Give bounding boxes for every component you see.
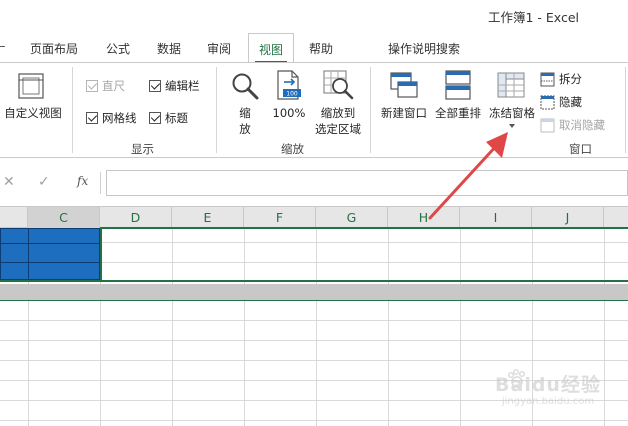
- group-separator: [625, 67, 626, 153]
- insert-function-icon[interactable]: fx: [77, 174, 88, 188]
- zoom-100-label: 100%: [272, 106, 306, 120]
- custom-views-button[interactable]: 自定义视图: [0, 63, 68, 153]
- ribbon-view: 自定义视图 直尺 编辑栏 网格线 标题 显示 缩 放 100 100% 缩放到 …: [0, 62, 628, 158]
- selected-cell[interactable]: [28, 228, 100, 244]
- gridline: [0, 420, 628, 421]
- column-header-c[interactable]: C: [28, 207, 100, 228]
- selected-cell[interactable]: [28, 262, 100, 280]
- zoom-button[interactable]: 缩 放: [222, 63, 268, 139]
- group-separator: [72, 67, 73, 153]
- freeze-pane-line: [100, 227, 628, 229]
- gridline: [388, 228, 389, 426]
- tab-view[interactable]: 视图: [248, 33, 294, 63]
- hide-window-icon: [540, 95, 555, 110]
- formula-bar-checkbox[interactable]: [149, 80, 161, 92]
- column-header-row: C D E F G H I J: [0, 206, 628, 228]
- annotation-arrow-icon: [428, 132, 508, 220]
- zoom-label-2: 放: [239, 122, 251, 136]
- tell-me-search[interactable]: 操作说明搜索: [388, 40, 460, 57]
- column-header-d[interactable]: D: [100, 207, 172, 228]
- zoom-group-label: 缩放: [281, 142, 304, 156]
- freeze-pane-line: [100, 228, 102, 280]
- enter-icon[interactable]: ✓: [38, 174, 50, 190]
- gridline: [244, 228, 245, 426]
- unhide-button: 取消隐藏: [540, 117, 624, 135]
- column-header-partial-right[interactable]: [604, 207, 628, 228]
- gridline: [172, 228, 173, 426]
- group-separator: [216, 67, 217, 153]
- title-bar: 工作簿1 - Excel: [0, 0, 628, 32]
- group-separator: [370, 67, 371, 153]
- hidden-rows-band: [0, 284, 628, 300]
- gridline: [0, 360, 628, 361]
- column-header-g[interactable]: G: [316, 207, 388, 228]
- tab-formulas[interactable]: 公式: [106, 40, 130, 57]
- headings-label: 标题: [165, 111, 188, 125]
- tab-view-label: 视图: [258, 43, 283, 57]
- tab-review[interactable]: 审阅: [207, 40, 231, 57]
- baidu-watermark: Baidu经验 jingyan.baidu.com: [478, 366, 618, 416]
- zoom-label-1: 缩: [239, 106, 251, 120]
- column-header-partial[interactable]: [0, 207, 28, 228]
- gridline: [0, 320, 628, 321]
- zoom-100-icon: 100: [277, 70, 301, 100]
- watermark-subtext: jingyan.baidu.com: [501, 396, 595, 407]
- column-header-j[interactable]: J: [532, 207, 604, 228]
- freeze-pane-line: [0, 300, 628, 301]
- gridline: [460, 228, 461, 426]
- hide-button[interactable]: 隐藏: [540, 94, 620, 112]
- split-icon: [540, 72, 555, 87]
- arrange-all-label: 全部重排: [435, 106, 481, 120]
- column-header-e[interactable]: E: [172, 207, 244, 228]
- formula-input[interactable]: [106, 170, 628, 196]
- zoom-selection-label-2: 选定区域: [315, 122, 361, 136]
- tab-help[interactable]: 帮助: [309, 40, 333, 57]
- gridlines-label: 网格线: [102, 111, 137, 125]
- unhide-window-icon: [540, 118, 555, 133]
- window-title: 工作簿1 - Excel: [488, 10, 580, 25]
- arrange-all-icon: [445, 70, 471, 100]
- freeze-panes-label: 冻结窗格: [489, 106, 535, 120]
- custom-views-label: 自定义视图: [4, 106, 62, 120]
- zoom-100-button[interactable]: 100 100%: [268, 63, 310, 139]
- new-window-label: 新建窗口: [381, 106, 427, 120]
- zoom-to-selection-button[interactable]: 缩放到 选定区域: [310, 63, 366, 139]
- unhide-label: 取消隐藏: [559, 118, 605, 132]
- ruler-label: 直尺: [102, 79, 125, 93]
- tab-page-layout[interactable]: 页面布局: [30, 40, 78, 57]
- zoom-to-selection-icon: [323, 70, 354, 100]
- freeze-pane-line: [0, 280, 628, 282]
- tab-edge-fragment: ⌐: [0, 40, 7, 54]
- zoom-100-icon-text: 100: [286, 91, 298, 98]
- freeze-panes-icon: [497, 72, 525, 98]
- ribbon-tab-bar: ⌐ 页面布局 公式 数据 审阅 视图 帮助 操作说明搜索: [0, 32, 628, 88]
- cancel-icon[interactable]: ✕: [3, 174, 15, 190]
- split-label: 拆分: [559, 72, 582, 86]
- formula-bar-label: 编辑栏: [165, 79, 200, 93]
- tab-data[interactable]: 数据: [157, 40, 181, 57]
- column-header-f[interactable]: F: [244, 207, 316, 228]
- selected-cell[interactable]: [28, 243, 100, 263]
- selected-cell[interactable]: [0, 243, 29, 263]
- gridline: [316, 228, 317, 426]
- custom-views-icon: [18, 73, 44, 99]
- window-group-label: 窗口: [569, 142, 592, 156]
- headings-checkbox[interactable]: [149, 112, 161, 124]
- split-button[interactable]: 拆分: [540, 71, 620, 89]
- gridlines-checkbox[interactable]: [86, 112, 98, 124]
- formula-bar-divider: [100, 172, 101, 194]
- show-group-label: 显示: [131, 142, 154, 156]
- ruler-checkbox: [86, 80, 98, 92]
- selected-cell[interactable]: [0, 228, 29, 244]
- gridline: [0, 340, 628, 341]
- selected-cell[interactable]: [0, 262, 29, 280]
- magnifier-icon: [232, 73, 259, 100]
- zoom-selection-label-1: 缩放到: [320, 106, 356, 120]
- new-window-icon: [390, 72, 418, 98]
- hide-label: 隐藏: [559, 95, 582, 109]
- watermark-text: Baidu经验: [495, 374, 601, 396]
